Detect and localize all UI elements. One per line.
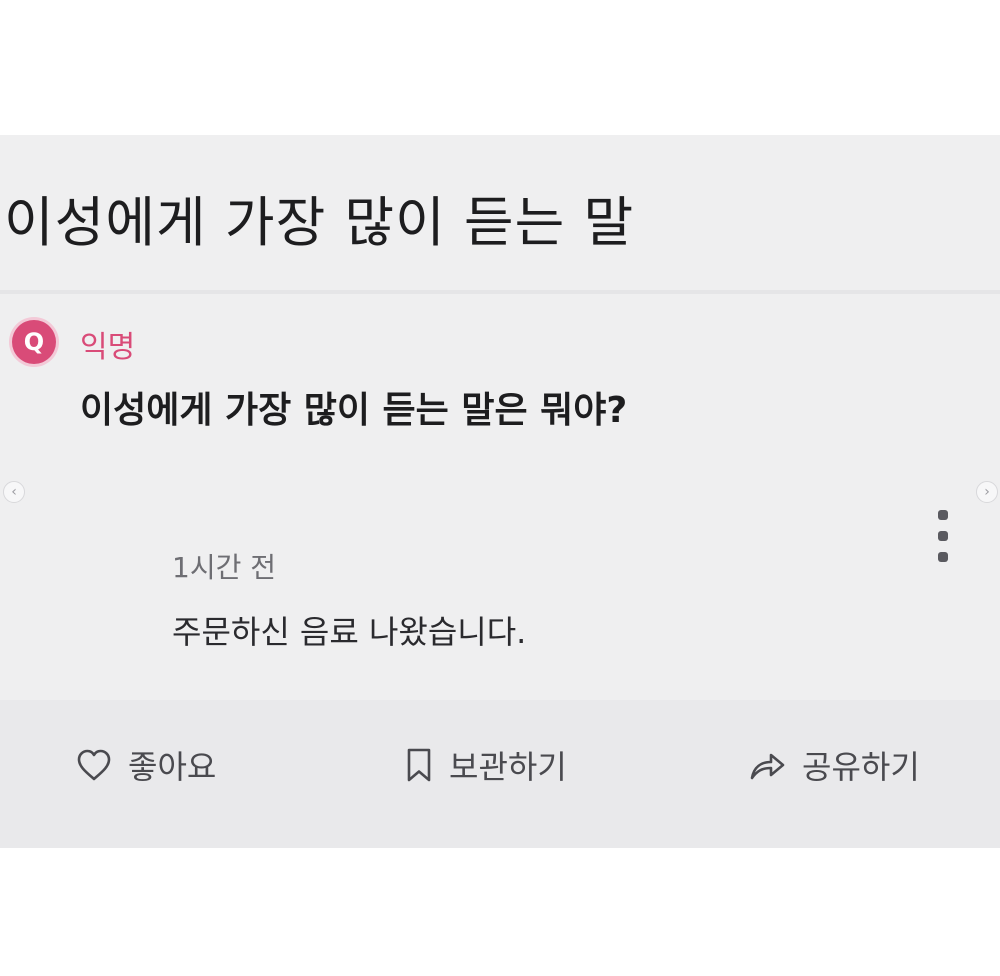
chevron-left-icon[interactable]: ‹ xyxy=(3,481,25,503)
screenshot-page: 이성에게 가장 많이 듣는 말 Q 익명 이성에게 가장 많이 듣는 말은 뭐야… xyxy=(0,0,1000,976)
bookmark-icon xyxy=(407,748,431,782)
question-badge-icon: Q xyxy=(12,320,56,364)
more-dot xyxy=(938,510,948,520)
more-dot xyxy=(938,552,948,562)
more-vertical-icon[interactable] xyxy=(933,510,953,562)
like-button[interactable]: 좋아요 xyxy=(76,742,216,788)
author-name: 익명 xyxy=(80,330,136,365)
share-arrow-icon xyxy=(750,753,785,780)
question-badge-letter: Q xyxy=(23,328,45,356)
more-dot xyxy=(938,531,948,541)
save-label: 보관하기 xyxy=(449,748,567,786)
save-button[interactable]: 보관하기 xyxy=(405,742,567,788)
page-title: 이성에게 가장 많이 듣는 말 xyxy=(4,191,635,254)
chevron-right-icon[interactable]: › xyxy=(976,481,998,503)
answer-timestamp: 1시간 전 xyxy=(172,551,276,584)
heart-icon xyxy=(77,749,111,781)
question-text: 이성에게 가장 많이 듣는 말은 뭐야? xyxy=(80,390,628,431)
answer-text: 주문하신 음료 나왔습니다. xyxy=(172,613,527,651)
title-divider xyxy=(0,290,1000,294)
share-label: 공유하기 xyxy=(802,748,920,786)
like-label: 좋아요 xyxy=(128,748,217,786)
share-button[interactable]: 공유하기 xyxy=(748,742,920,788)
